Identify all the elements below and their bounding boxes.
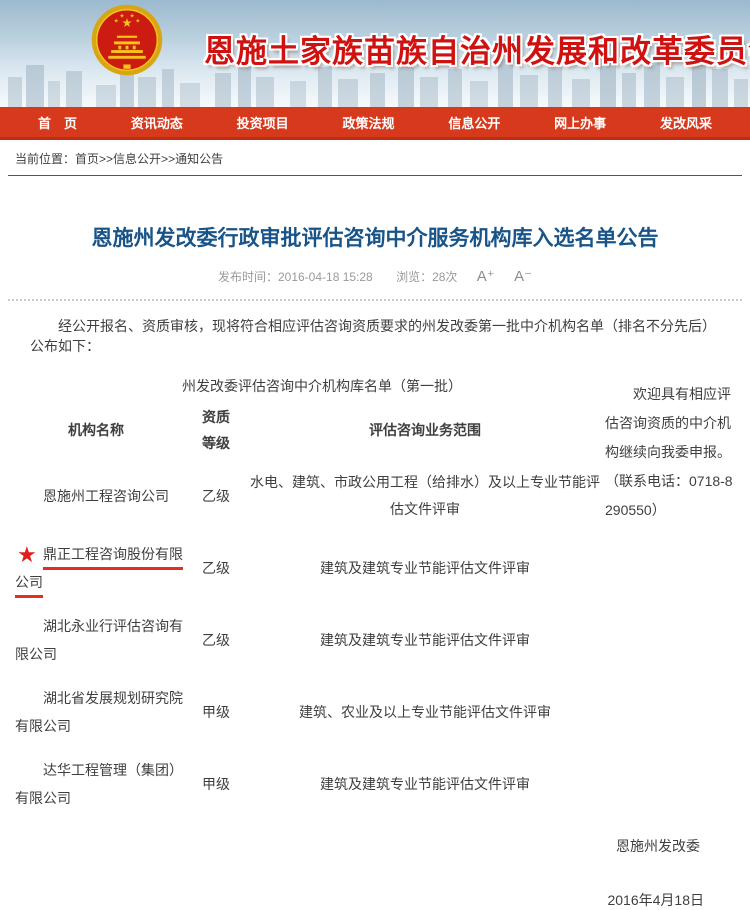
site-title: 恩施土家族苗族自治州发展和改革委员会 bbox=[204, 26, 750, 71]
view-count: 浏览：28次 bbox=[396, 270, 457, 284]
col-header-agency-name: 机构名称 bbox=[5, 400, 187, 460]
table-header-row: 机构名称 资质等级 评估咨询业务范围 bbox=[5, 400, 605, 460]
content-columns: 州发改委评估咨询中介机构库名单（第一批） 机构名称 资质等级 评估咨询业务范围 … bbox=[0, 376, 750, 820]
nav-item-policies[interactable]: 政策法规 bbox=[342, 113, 394, 132]
agency-scope: 水电、建筑、市政公用工程（给排水）及以上专业节能评估文件评审 bbox=[245, 460, 605, 532]
table-row-highlighted: ★ 鼎正工程咨询股份有限公司 乙级 建筑及建筑专业节能评估文件评审 bbox=[5, 532, 605, 604]
agency-name: 湖北省发展规划研究院有限公司 bbox=[5, 676, 187, 748]
svg-text:★: ★ bbox=[129, 13, 134, 20]
national-emblem-icon: ★ ★ ★ ★ ★ bbox=[90, 4, 164, 76]
table-row: 达华工程管理（集团）有限公司 甲级 建筑及建筑专业节能评估文件评审 bbox=[5, 748, 605, 820]
agency-name: 恩施州工程咨询公司 bbox=[5, 460, 187, 532]
breadcrumb: 当前位置：首页>>信息公开>>通知公告 bbox=[0, 140, 750, 175]
breadcrumb-item-home[interactable]: 首页 bbox=[75, 152, 99, 166]
breadcrumb-separator: >> bbox=[99, 152, 113, 166]
main-nav: 首 页 资讯动态 投资项目 政策法规 信息公开 网上办事 发改风采 bbox=[0, 107, 750, 140]
agency-grade: 甲级 bbox=[187, 676, 245, 748]
agency-table-area: 州发改委评估咨询中介机构库名单（第一批） 机构名称 资质等级 评估咨询业务范围 … bbox=[5, 376, 605, 820]
issue-date: 2016年4月18日 bbox=[0, 890, 750, 910]
table-row: 湖北永业行评估咨询有限公司 乙级 建筑及建筑专业节能评估文件评审 bbox=[5, 604, 605, 676]
col-header-scope: 评估咨询业务范围 bbox=[245, 400, 605, 460]
nav-item-investment-projects[interactable]: 投资项目 bbox=[237, 113, 289, 132]
font-increase-button[interactable]: A⁺ bbox=[477, 268, 495, 285]
nav-item-info-disclosure[interactable]: 信息公开 bbox=[448, 113, 500, 132]
svg-text:★: ★ bbox=[119, 13, 124, 20]
dotted-divider bbox=[8, 299, 742, 301]
list-title: 州发改委评估咨询中介机构库名单（第一批） bbox=[5, 376, 605, 396]
table-row: 湖北省发展规划研究院有限公司 甲级 建筑、农业及以上专业节能评估文件评审 bbox=[5, 676, 605, 748]
nav-item-ndrc-style[interactable]: 发改风采 bbox=[660, 113, 712, 132]
agency-grade: 甲级 bbox=[187, 748, 245, 820]
article-meta: 发布时间：2016-04-18 15:28 浏览：28次 A⁺ A⁻ bbox=[0, 267, 750, 285]
nav-item-home[interactable]: 首 页 bbox=[38, 113, 77, 132]
breadcrumb-item-info-disclosure[interactable]: 信息公开 bbox=[113, 152, 161, 166]
agency-scope: 建筑及建筑专业节能评估文件评审 bbox=[245, 604, 605, 676]
font-decrease-button[interactable]: A⁻ bbox=[514, 268, 532, 285]
agency-grade: 乙级 bbox=[187, 532, 245, 604]
agency-scope: 建筑及建筑专业节能评估文件评审 bbox=[245, 532, 605, 604]
agency-scope: 建筑及建筑专业节能评估文件评审 bbox=[245, 748, 605, 820]
table-row: 恩施州工程咨询公司 乙级 水电、建筑、市政公用工程（给排水）及以上专业节能评估文… bbox=[5, 460, 605, 532]
nav-item-news[interactable]: 资讯动态 bbox=[131, 113, 183, 132]
side-note: 欢迎具有相应评估咨询资质的中介机构继续向我委申报。（联系电话：0718-8290… bbox=[605, 376, 745, 820]
svg-text:★: ★ bbox=[114, 18, 119, 25]
col-header-grade: 资质等级 bbox=[187, 400, 245, 460]
star-icon: ★ bbox=[17, 544, 37, 566]
agency-table: 机构名称 资质等级 评估咨询业务范围 恩施州工程咨询公司 乙级 水电、建筑、市政… bbox=[5, 400, 605, 820]
agency-scope: 建筑、农业及以上专业节能评估文件评审 bbox=[245, 676, 605, 748]
nav-item-online-services[interactable]: 网上办事 bbox=[554, 113, 606, 132]
agency-name: 湖北永业行评估咨询有限公司 bbox=[5, 604, 187, 676]
breadcrumb-separator: >> bbox=[161, 152, 175, 166]
highlighted-agency-name: 鼎正工程咨询股份有限公司 bbox=[15, 546, 183, 598]
issuer-signature: 恩施州发改委 bbox=[0, 836, 750, 856]
breadcrumb-label: 当前位置： bbox=[15, 152, 75, 166]
article-title: 恩施州发改委行政审批评估咨询中介服务机构库入选名单公告 bbox=[20, 222, 730, 252]
site-header: ★ ★ ★ ★ ★ 恩施土家族苗族自治州发展和改革委员会 bbox=[0, 0, 750, 107]
agency-grade: 乙级 bbox=[187, 460, 245, 532]
publish-time: 发布时间：2016-04-18 15:28 bbox=[218, 270, 373, 284]
agency-name: ★ 鼎正工程咨询股份有限公司 bbox=[5, 532, 187, 604]
breadcrumb-item-notices[interactable]: 通知公告 bbox=[175, 152, 223, 166]
agency-name: 达华工程管理（集团）有限公司 bbox=[5, 748, 187, 820]
breadcrumb-divider bbox=[8, 175, 742, 176]
agency-grade: 乙级 bbox=[187, 604, 245, 676]
intro-paragraph: 经公开报名、资质审核，现将符合相应评估咨询资质要求的州发改委第一批中介机构名单（… bbox=[30, 316, 720, 356]
svg-text:★: ★ bbox=[135, 18, 140, 25]
